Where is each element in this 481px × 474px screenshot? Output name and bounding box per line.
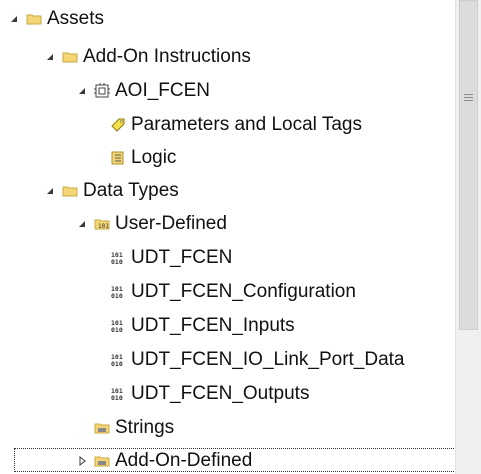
binary-icon: 101 010 [110, 352, 126, 368]
datatype-folder-icon: 101 [94, 216, 110, 232]
logic-icon [110, 150, 126, 166]
grip-line [464, 100, 473, 101]
tree-node-label: Data Types [83, 180, 179, 201]
scrollbar-thumb[interactable] [459, 0, 478, 330]
folder-icon [26, 11, 42, 27]
expand-arrow-icon[interactable] [44, 51, 56, 63]
tree-node-label: UDT_FCEN_Configuration [131, 281, 356, 302]
tree-node-label: Parameters and Local Tags [131, 114, 362, 135]
svg-text:101: 101 [98, 223, 109, 230]
tree-node-udt[interactable]: 101 010 UDT_FCEN_Configuration [110, 276, 356, 308]
tag-icon [110, 117, 126, 133]
tree-node-label: UDT_FCEN_IO_Link_Port_Data [131, 349, 405, 370]
tree-node-strings[interactable]: Strings [76, 412, 174, 444]
tree-node-udt[interactable]: 101 010 UDT_FCEN_Inputs [110, 310, 295, 342]
tree-node-aoi-fcen[interactable]: AOI_FCEN [76, 75, 210, 107]
expand-arrow-icon[interactable] [76, 218, 88, 230]
grip-line [464, 97, 473, 98]
tree-node-udt[interactable]: 101 010 UDT_FCEN_IO_Link_Port_Data [110, 344, 405, 376]
tree-node-label: Assets [47, 8, 105, 29]
tree-node-udt[interactable]: 101 010 UDT_FCEN_Outputs [110, 378, 309, 410]
tree-node-label: UDT_FCEN_Outputs [131, 383, 310, 404]
svg-text:010: 010 [111, 292, 123, 300]
tree-node-label: Logic [131, 147, 177, 168]
aoi-icon [94, 83, 110, 99]
tree-node-user-defined[interactable]: 101 User-Defined [76, 208, 227, 240]
expand-arrow-icon[interactable] [8, 13, 20, 25]
focus-rectangle [14, 448, 456, 472]
tree-node-udt[interactable]: 101 010 UDT_FCEN [110, 242, 232, 274]
tree-node-logic[interactable]: Logic [110, 142, 176, 174]
expand-arrow-icon[interactable] [76, 85, 88, 97]
tree-node-parameters[interactable]: Parameters and Local Tags [110, 109, 362, 141]
binary-icon: 101 010 [110, 318, 126, 334]
tree-node-label: Add-On Instructions [83, 46, 251, 67]
tree-node-assets[interactable]: Assets [8, 3, 104, 35]
tree-node-label: AOI_FCEN [115, 80, 211, 101]
tree-node-data-types[interactable]: Data Types [44, 175, 179, 207]
grip-line [464, 94, 473, 95]
svg-text:010: 010 [111, 394, 123, 402]
asset-tree: Assets Add-On Instructions AOI_FCEN Para… [0, 0, 456, 474]
binary-icon: 101 010 [110, 386, 126, 402]
tree-node-label: User-Defined [115, 213, 227, 234]
svg-text:010: 010 [111, 360, 123, 368]
svg-text:010: 010 [111, 258, 123, 266]
binary-icon: 101 010 [110, 250, 126, 266]
tree-node-label: Strings [115, 417, 175, 438]
folder-icon [62, 49, 78, 65]
svg-text:010: 010 [111, 326, 123, 334]
binary-icon: 101 010 [110, 284, 126, 300]
tree-node-add-on-instructions[interactable]: Add-On Instructions [44, 41, 251, 73]
tree-node-label: UDT_FCEN [131, 247, 233, 268]
datatype-folder-icon [94, 420, 110, 436]
tree-node-label: UDT_FCEN_Inputs [131, 315, 295, 336]
folder-icon [62, 183, 78, 199]
expand-arrow-icon[interactable] [44, 185, 56, 197]
